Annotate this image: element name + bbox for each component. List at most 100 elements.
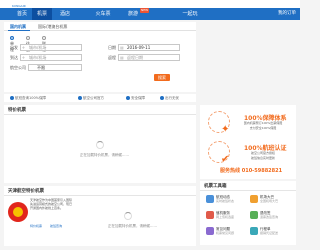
airline-link-deals[interactable]: 特价机票 <box>30 224 42 228</box>
tool-sub: 报销凭证配送 <box>260 231 279 235</box>
ad-badge: ✔ <box>208 141 230 165</box>
radio-dot <box>10 36 14 40</box>
tool-sub: 全国机场大巴 <box>260 199 279 203</box>
radio-multi-city[interactable]: 联程 <box>42 35 47 52</box>
check-icon <box>160 96 164 100</box>
top-bar: KUNGAIR <box>0 0 300 8</box>
radio-dot <box>26 36 30 40</box>
flight-search-panel: 国内机票 国际/港澳台机票 单程 往返 联程 出发 ✈城市/机场 日期 ▦201… <box>4 22 196 92</box>
tool-checkin[interactable]: 值机服务 网上值机选座 <box>206 211 246 221</box>
to-city-input[interactable]: ✈ 城市/机场 <box>20 54 82 61</box>
to-placeholder: 城市/机场 <box>29 55 47 60</box>
tool-sub: 实时航班状态 <box>216 199 235 203</box>
refund-icon <box>250 211 258 219</box>
bus-icon <box>250 195 258 203</box>
ad-phone: 服务热线 010-59882821 <box>220 168 283 174</box>
tool-airport-bus[interactable]: 机场大巴 全国机场大巴 <box>250 195 290 205</box>
search-button[interactable]: 搜索 <box>154 74 170 81</box>
ad-line: 航空公司官方授权 <box>250 151 275 155</box>
tool-flight-status[interactable]: 航班动态 实时航班状态 <box>206 195 246 205</box>
divider <box>4 195 196 196</box>
guarantee-item: 航班查询100%保障 <box>10 95 46 101</box>
nav-item-trains[interactable]: 火车票 <box>92 8 114 20</box>
return-date-input[interactable]: ▦ 返程日期 <box>118 54 180 61</box>
airline-select[interactable]: 不限 <box>28 64 82 71</box>
guarantee-text: 安全保障 <box>131 96 145 100</box>
location-icon: ✈ <box>22 45 26 50</box>
loading-text: 正在加载特价机票，请稍候…… <box>108 224 157 228</box>
ad-line: 支付安全100%保障 <box>249 126 277 130</box>
from-placeholder: 城市/机场 <box>29 45 47 50</box>
plane-icon <box>206 195 214 203</box>
nav-item-flights[interactable]: 机票 <box>32 8 52 20</box>
guarantee-item: 安全保障 <box>126 95 145 101</box>
special-fares-panel: 特价机票 正在加载特价机票，请稍候…… <box>4 105 196 183</box>
tool-sub: 机票常见问题 <box>216 231 235 235</box>
radio-one-way[interactable]: 单程 <box>10 35 15 52</box>
check-icon <box>10 96 14 100</box>
guarantee-text: 出行无忧 <box>165 96 179 100</box>
from-city-input[interactable]: ✈ 城市/机场 <box>20 44 82 51</box>
divider <box>200 190 296 191</box>
tools-panel: 机票工具箱 航班动态 实时航班状态 机场大巴 全国机场大巴 值机服务 网上值机选… <box>200 181 296 245</box>
to-label: 到达 <box>10 55 18 60</box>
tool-sub: 网上值机选座 <box>216 215 235 219</box>
receipt-icon <box>250 227 258 235</box>
radio-dot <box>42 36 46 40</box>
check-icon <box>78 96 82 100</box>
loading-spinner-icon <box>96 141 104 149</box>
guarantee-strip: 航班查询100%保障 航空公司官方 安全保障 出行无忧 <box>4 94 196 102</box>
location-icon: ✈ <box>22 55 26 60</box>
site-logo[interactable]: KUNGAIR <box>6 0 66 8</box>
nav-item-play[interactable]: 一起玩 <box>178 8 202 20</box>
seat-icon <box>206 211 214 219</box>
calendar-icon: ▦ <box>120 55 124 60</box>
tab-international[interactable]: 国际/港澳台机票 <box>38 23 67 30</box>
airline-logo-inner <box>13 207 23 217</box>
shield-icon: ✦ <box>221 124 230 135</box>
airline-description: 天津航空作为中国首家引入国际先进运营模式的航空公司，现已开通国内外航线上百条。 <box>30 198 73 210</box>
loading-spinner-icon <box>124 212 132 220</box>
check-icon <box>126 96 130 100</box>
departure-date-input[interactable]: ▦ 2016-09-11 <box>118 44 180 51</box>
airline-label: 航空公司 <box>10 65 26 70</box>
panel-title: 天津航空特价机票 <box>8 189 44 194</box>
loading-text: 正在加载特价机票，请稍候…… <box>80 153 129 157</box>
nav-item-hotels[interactable]: 酒店 <box>56 8 74 20</box>
tool-refund[interactable]: 退改签 退票改签查询 <box>250 211 290 221</box>
page: KUNGAIR 首页 机票 酒店 火车票 旅游 NEW 一起玩 我的订单 国内机… <box>0 0 300 250</box>
new-badge: NEW <box>140 8 150 13</box>
tab-domestic[interactable]: 国内机票 <box>10 23 26 30</box>
airline-fares-panel: 天津航空特价机票 天津航空作为中国首家引入国际先进运营模式的航空公司，现已开通国… <box>4 186 196 246</box>
active-tab-indicator <box>8 30 30 31</box>
return-placeholder: 返程日期 <box>127 55 143 60</box>
check-icon: ✔ <box>221 154 230 165</box>
guarantee-text: 航空公司官方 <box>83 96 104 100</box>
ad-line: 航班信息实时更新 <box>250 156 275 160</box>
main-nav: 首页 机票 酒店 火车票 旅游 NEW 一起玩 我的订单 <box>0 8 300 20</box>
nav-item-home[interactable]: 首页 <box>14 8 30 20</box>
divider <box>4 114 196 115</box>
airline-value: 不限 <box>37 65 45 70</box>
airline-logo[interactable] <box>8 202 28 222</box>
tool-faq[interactable]: 常见问题 机票常见问题 <box>206 227 246 237</box>
date-value: 2016-09-11 <box>127 45 151 50</box>
panel-title: 特价机票 <box>8 108 26 113</box>
panel-title: 机票工具箱 <box>204 184 227 189</box>
ad-line: 国内机票预订100%出票保障 <box>243 121 283 125</box>
return-label: 返程 <box>108 55 116 60</box>
ad-badge: ✦ <box>208 111 230 135</box>
tool-sub: 退票改签查询 <box>260 215 279 219</box>
guarantee-item: 出行无忧 <box>160 95 179 101</box>
from-label: 出发 <box>10 45 18 50</box>
guarantee-item: 航空公司官方 <box>78 95 104 101</box>
date-label: 日期 <box>108 45 116 50</box>
radio-round-trip[interactable]: 往返 <box>26 35 31 52</box>
guarantee-text: 航班查询100%保障 <box>15 96 47 100</box>
calendar-icon: ▦ <box>120 45 124 50</box>
tool-itinerary[interactable]: 行程单 报销凭证配送 <box>250 227 290 237</box>
my-orders-link[interactable]: 我的订单 <box>278 8 296 20</box>
airline-link-status[interactable]: 航班查询 <box>50 224 62 228</box>
question-icon <box>206 227 214 235</box>
guarantee-ad[interactable]: ✦ 100%保障体系 国内机票预订100%出票保障 支付安全100%保障 ✔ 1… <box>200 105 296 179</box>
